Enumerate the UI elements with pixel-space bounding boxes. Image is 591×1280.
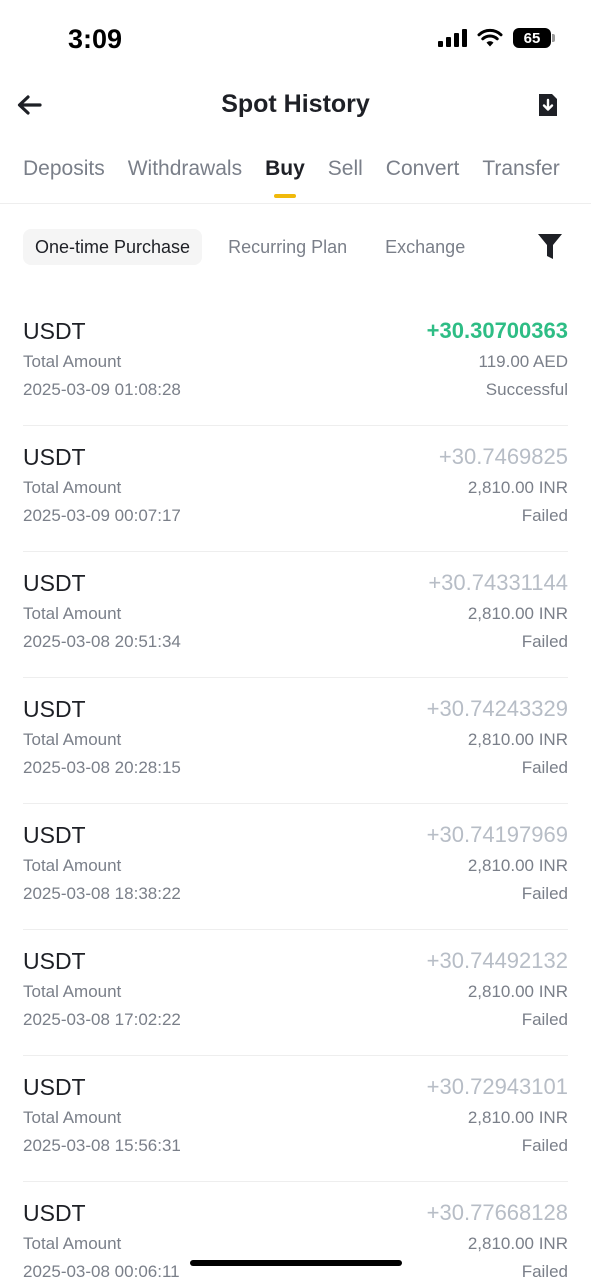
transaction-status: Failed (521, 758, 568, 777)
tab-withdrawals[interactable]: Withdrawals (128, 154, 242, 184)
transaction-row[interactable]: USDT Total Amount 2025-03-08 20:51:34 +30.7… (23, 552, 568, 678)
header: Spot History (0, 78, 591, 134)
transaction-time: 2025-03-08 17:02:22 (23, 1010, 181, 1029)
status-bar: 3:09 65 (0, 0, 591, 78)
transaction-label: Total Amount (23, 1234, 122, 1253)
transaction-amount: +30.74331144 (428, 570, 568, 595)
tab-buy[interactable]: Buy (265, 154, 305, 198)
transaction-time: 2025-03-09 01:08:28 (23, 380, 181, 399)
transaction-fiat-amount: 2,810.00 INR (467, 478, 568, 497)
transaction-asset: USDT (23, 318, 86, 344)
battery-icon: 65 (513, 28, 555, 48)
transaction-asset: USDT (23, 696, 86, 722)
transaction-time: 2025-03-08 20:51:34 (23, 632, 181, 651)
transaction-list: USDT Total Amount 2025-03-09 01:08:28 +30.3… (0, 300, 591, 1280)
buy-subtabs: One-time Purchase Recurring Plan Exchang… (0, 204, 591, 290)
status-icons: 65 (438, 28, 555, 48)
transaction-row[interactable]: USDT Total Amount 2025-03-09 01:08:28 +30.3… (23, 300, 568, 426)
transaction-status: Failed (521, 506, 568, 525)
transaction-label: Total Amount (23, 352, 122, 371)
transaction-row[interactable]: USDT Total Amount 2025-03-08 15:56:31 +30.7… (23, 1056, 568, 1182)
subtab-exchange[interactable]: Exchange (385, 229, 465, 265)
transaction-label: Total Amount (23, 1108, 122, 1127)
filter-icon (538, 234, 562, 259)
transaction-amount: +30.30700363 (426, 318, 568, 343)
tab-convert[interactable]: Convert (386, 154, 460, 184)
transaction-fiat-amount: 2,810.00 INR (467, 1234, 568, 1253)
transaction-amount: +30.74197969 (426, 822, 568, 847)
transaction-status: Failed (521, 884, 568, 903)
download-button[interactable] (537, 92, 563, 120)
tab-sell[interactable]: Sell (328, 154, 363, 184)
transaction-row[interactable]: USDT Total Amount 2025-03-08 17:02:22 +30.7… (23, 930, 568, 1056)
transaction-time: 2025-03-08 18:38:22 (23, 884, 181, 903)
transaction-label: Total Amount (23, 478, 122, 497)
transaction-amount: +30.74492132 (426, 948, 568, 973)
transaction-status: Failed (521, 1010, 568, 1029)
transaction-status: Failed (521, 632, 568, 651)
transaction-fiat-amount: 119.00 AED (478, 352, 568, 371)
subtab-one-time-purchase[interactable]: One-time Purchase (23, 229, 203, 265)
transaction-fiat-amount: 2,810.00 INR (467, 1108, 568, 1127)
transaction-time: 2025-03-08 15:56:31 (23, 1136, 181, 1155)
transaction-fiat-amount: 2,810.00 INR (467, 982, 568, 1001)
wifi-icon (477, 28, 503, 47)
transaction-status: Failed (521, 1136, 568, 1155)
transaction-asset: USDT (23, 948, 86, 974)
transaction-row[interactable]: USDT Total Amount 2025-03-08 18:38:22 +30.7… (23, 804, 568, 930)
home-indicator (190, 1260, 402, 1266)
subtab-recurring-plan[interactable]: Recurring Plan (228, 229, 347, 265)
transaction-row[interactable]: USDT Total Amount 2025-03-08 20:28:15 +30.7… (23, 678, 568, 804)
status-time: 3:09 (68, 24, 123, 54)
transaction-amount: +30.72943101 (426, 1074, 568, 1099)
transaction-time: 2025-03-08 00:06:11 (23, 1262, 180, 1280)
transaction-label: Total Amount (23, 982, 122, 1001)
transaction-time: 2025-03-08 20:28:15 (23, 758, 181, 777)
transaction-fiat-amount: 2,810.00 INR (467, 604, 568, 623)
transaction-asset: USDT (23, 1074, 86, 1100)
transaction-amount: +30.74243329 (426, 696, 568, 721)
transaction-status: Successful (485, 380, 568, 399)
transaction-fiat-amount: 2,810.00 INR (467, 730, 568, 749)
transaction-amount: +30.77668128 (426, 1200, 568, 1225)
download-icon (539, 94, 557, 116)
transaction-label: Total Amount (23, 730, 122, 749)
page-title: Spot History (221, 90, 370, 118)
transaction-asset: USDT (23, 822, 86, 848)
cellular-signal-icon (438, 29, 467, 47)
transaction-fiat-amount: 2,810.00 INR (467, 856, 568, 875)
tab-transfer[interactable]: Transfer (482, 154, 559, 184)
transaction-label: Total Amount (23, 856, 122, 875)
transaction-time: 2025-03-09 00:07:17 (23, 506, 181, 525)
transaction-label: Total Amount (23, 604, 122, 623)
transaction-row[interactable]: USDT Total Amount 2025-03-09 00:07:17 +30.7… (23, 426, 568, 552)
transaction-amount: +30.7469825 (438, 444, 568, 469)
transaction-asset: USDT (23, 444, 86, 470)
history-tabs: Deposits Withdrawals Buy Sell Convert Tr… (0, 134, 591, 204)
transaction-asset: USDT (23, 570, 86, 596)
tab-deposits[interactable]: Deposits (23, 154, 105, 184)
transaction-status: Failed (521, 1262, 568, 1280)
transaction-asset: USDT (23, 1200, 86, 1226)
filter-button[interactable] (537, 232, 563, 262)
